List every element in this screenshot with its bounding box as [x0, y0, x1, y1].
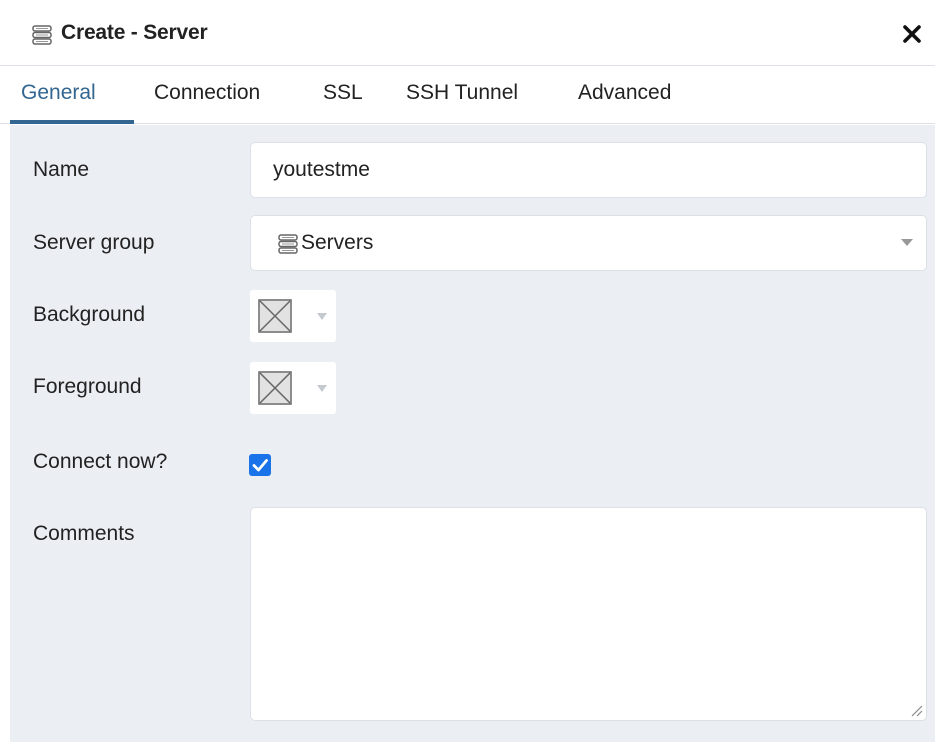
- chevron-down-icon: [317, 313, 327, 320]
- checkmark-icon: [252, 459, 268, 472]
- connect-now-label: Connect now?: [33, 450, 168, 473]
- comments-label: Comments: [33, 522, 135, 545]
- chevron-down-icon: [317, 385, 327, 392]
- comments-textarea[interactable]: [250, 507, 927, 721]
- server-group-label: Server group: [33, 231, 155, 254]
- name-value: youtestme: [273, 158, 370, 181]
- no-color-swatch-icon: [258, 371, 292, 405]
- server-group-select[interactable]: Servers: [250, 215, 927, 271]
- foreground-color-picker[interactable]: [250, 362, 336, 414]
- tab-advanced[interactable]: Advanced: [578, 81, 671, 123]
- dialog-titlebar[interactable]: Create - Server: [0, 0, 935, 66]
- server-icon: [278, 234, 298, 254]
- foreground-label: Foreground: [33, 375, 142, 398]
- background-label: Background: [33, 303, 146, 326]
- name-label: Name: [33, 158, 90, 181]
- tab-connection[interactable]: Connection: [154, 81, 260, 123]
- resize-grip-icon[interactable]: [909, 703, 923, 717]
- server-icon: [32, 25, 52, 45]
- chevron-down-icon[interactable]: [901, 239, 913, 246]
- connect-now-checkbox[interactable]: [249, 454, 271, 476]
- tab-bar: General Connection SSL SSH Tunnel Advanc…: [0, 66, 935, 124]
- tab-general[interactable]: General: [21, 81, 96, 123]
- background-color-picker[interactable]: [250, 290, 336, 342]
- active-tab-indicator: [10, 120, 134, 124]
- name-input[interactable]: youtestme: [250, 142, 927, 198]
- no-color-swatch-icon: [258, 299, 292, 333]
- dialog-title: Create - Server: [61, 21, 208, 44]
- create-server-dialog: Create - Server General Connection SSL S…: [0, 0, 935, 742]
- general-form: Name youtestme Server group Servers Back…: [10, 125, 935, 742]
- tab-ssh-tunnel[interactable]: SSH Tunnel: [406, 81, 518, 123]
- close-icon[interactable]: [900, 22, 924, 46]
- tab-ssl[interactable]: SSL: [323, 81, 363, 123]
- server-group-value: Servers: [301, 231, 374, 254]
